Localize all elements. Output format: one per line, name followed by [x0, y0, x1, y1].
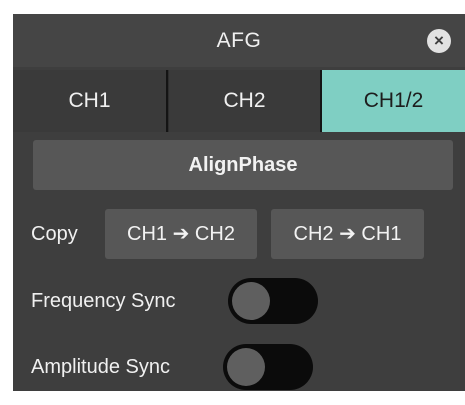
toggle-knob — [232, 282, 270, 320]
dialog-title: AFG — [216, 29, 262, 52]
close-icon[interactable]: × — [427, 29, 451, 53]
afg-dialog: AFG × CH1 CH2 CH1/2 AlignPhase Copy CH1 … — [13, 14, 465, 391]
frequency-sync-label: Frequency Sync — [31, 290, 176, 312]
copy-ch2-to-ch1-button[interactable]: CH2 ➔ CH1 — [271, 209, 424, 259]
frequency-sync-toggle[interactable] — [228, 278, 318, 324]
title-bar: AFG × — [13, 14, 465, 67]
toggle-knob — [227, 348, 265, 386]
amplitude-sync-toggle[interactable] — [223, 344, 313, 390]
tab-ch1-2[interactable]: CH1/2 — [322, 70, 465, 132]
channel-tabs: CH1 CH2 CH1/2 — [13, 70, 465, 132]
amplitude-sync-label: Amplitude Sync — [31, 356, 170, 378]
tab-divider — [166, 70, 168, 132]
align-phase-button[interactable]: AlignPhase — [33, 140, 453, 190]
tab-ch1[interactable]: CH1 — [13, 70, 166, 132]
copy-ch1-to-ch2-button[interactable]: CH1 ➔ CH2 — [105, 209, 257, 259]
tab-ch2[interactable]: CH2 — [169, 70, 320, 132]
copy-label: Copy — [31, 223, 78, 245]
